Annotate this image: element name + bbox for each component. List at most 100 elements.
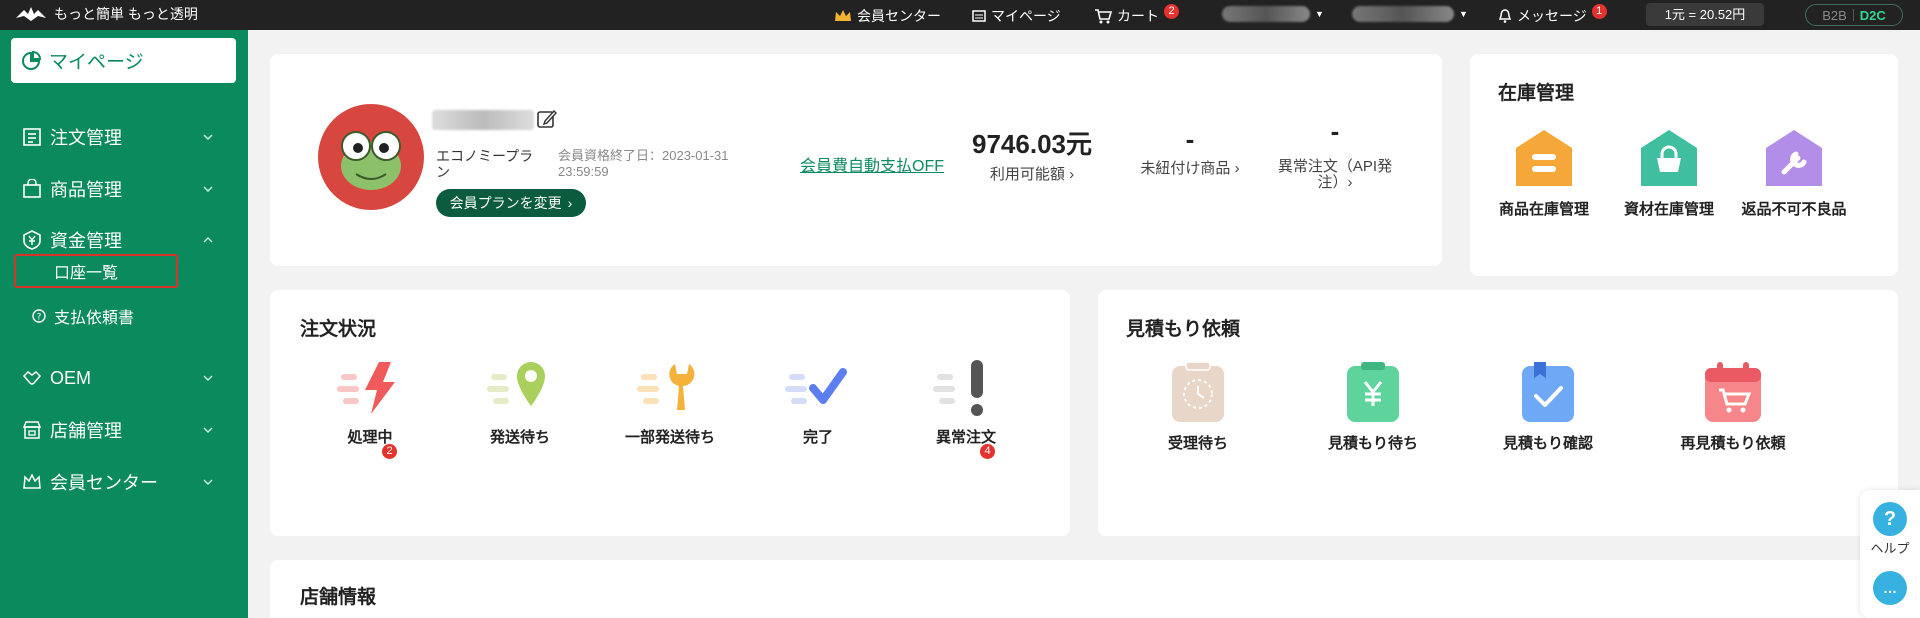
- avatar[interactable]: [318, 104, 424, 210]
- inventory-item-label: 返品不可不良品: [1741, 201, 1847, 218]
- chevron-down-icon: [203, 134, 213, 140]
- help-label[interactable]: ヘルプ: [1860, 538, 1920, 557]
- crown-outline-icon: [23, 473, 41, 489]
- quote-status-label: 見積もり待ち: [1327, 435, 1418, 452]
- account-switcher[interactable]: ▼: [1222, 6, 1324, 22]
- sidebar-item-label: 資金管理: [50, 231, 122, 251]
- calendar-cart-icon: [1705, 362, 1761, 422]
- quote-status-confirm[interactable]: 見積もり確認: [1478, 360, 1618, 452]
- sidebar-item-label: 店舗管理: [50, 421, 122, 441]
- profile-card: エコノミープラン 会員資格終了日：2023-01-31 23:59:59 会員プ…: [270, 54, 1442, 266]
- chevron-down-icon: [203, 427, 213, 433]
- quote-status-awaiting-acceptance[interactable]: 受理待ち: [1138, 360, 1258, 452]
- sidebar-item-stores[interactable]: 店舗管理: [0, 410, 248, 450]
- stat-value: 9746.03元: [972, 129, 1092, 159]
- inventory-card: 在庫管理 商品在庫管理 資材在庫管理 返品不可不良品: [1470, 54, 1898, 276]
- lightning-icon: [337, 362, 395, 414]
- order-status-card: 注文状況 処理中 2 発送待ち 一部発送待ち 完了 異常注文 4: [270, 290, 1070, 536]
- material-inventory-button[interactable]: 資材在庫管理: [1615, 126, 1723, 218]
- svg-text:?: ?: [37, 313, 42, 323]
- sidebar-item-label: 商品管理: [50, 180, 122, 200]
- member-center-link[interactable]: 会員センター: [834, 6, 941, 26]
- order-status-awaiting-shipment[interactable]: 発送待ち: [460, 358, 580, 446]
- shopping-bag-icon: [23, 179, 41, 198]
- order-status-partial-shipment[interactable]: 一部発送待ち: [600, 358, 740, 446]
- mode-divider: [1852, 9, 1854, 21]
- order-status-processing[interactable]: 処理中 2: [310, 358, 430, 459]
- order-status-completed[interactable]: 完了: [758, 358, 878, 446]
- stat-label: 利用可能額 ›: [989, 166, 1075, 183]
- messages-label: メッセージ: [1517, 8, 1587, 24]
- store-switcher[interactable]: ▼: [1352, 6, 1468, 22]
- sidebar-item-mypage[interactable]: マイページ: [11, 38, 236, 83]
- unlinked-products-stat[interactable]: - 未紐付け商品 ›: [1122, 124, 1258, 177]
- order-status-title: 注文状況: [300, 319, 377, 340]
- store-name-blurred: [1352, 6, 1454, 22]
- quote-status-label: 再見積もり依頼: [1680, 435, 1786, 452]
- processing-count-badge: 2: [382, 444, 397, 459]
- quote-status-requote[interactable]: 再見積もり依頼: [1658, 360, 1808, 452]
- change-plan-button[interactable]: 会員プランを変更 ›: [436, 189, 586, 217]
- inventory-item-label: 資材在庫管理: [1623, 201, 1714, 218]
- top-bar: もっと簡単 もっと透明 会員センター マイページ カート 2 ▼ ▼ メッセージ…: [0, 0, 1920, 30]
- order-status-label: 完了: [802, 429, 833, 446]
- quote-status-label: 受理待ち: [1167, 435, 1228, 452]
- mypage-label: マイページ: [991, 8, 1061, 24]
- stat-value: -: [1185, 124, 1195, 154]
- sidebar-item-orders[interactable]: 注文管理: [0, 117, 248, 157]
- yen-clipboard-icon: [1347, 362, 1399, 422]
- order-status-label: 一部発送待ち: [624, 429, 715, 446]
- member-center-label: 会員センター: [857, 8, 941, 24]
- abnormal-orders-stat[interactable]: - 異常注文（API発注）›: [1270, 116, 1400, 191]
- help-icon[interactable]: ?: [1873, 502, 1907, 536]
- store-info-card: 店舗情報: [270, 560, 1898, 618]
- store-info-title: 店舗情報: [300, 587, 377, 608]
- edit-icon[interactable]: [536, 108, 558, 130]
- quote-request-card: 見積もり依頼 受理待ち 見積もり待ち 見積もり確認 再見積もり依頼: [1098, 290, 1898, 536]
- quote-status-awaiting-quote[interactable]: 見積もり待ち: [1303, 360, 1443, 452]
- mode-toggle[interactable]: B2B D2C: [1805, 4, 1903, 26]
- chevron-down-icon: [203, 479, 213, 485]
- chevron-down-icon: [203, 186, 213, 192]
- check-clipboard-icon: [1522, 362, 1574, 422]
- autopay-link[interactable]: 会員費自動支払OFF: [800, 152, 944, 176]
- location-pin-icon: [487, 362, 545, 406]
- d2c-option[interactable]: D2C: [1860, 8, 1886, 23]
- logo-text: もっと簡単 もっと透明: [54, 6, 198, 22]
- order-status-abnormal[interactable]: 異常注文 4: [906, 358, 1026, 459]
- account-name-blurred: [1222, 6, 1310, 22]
- inventory-item-label: 商品在庫管理: [1498, 201, 1589, 218]
- floating-help-panel: ? ヘルプ …: [1860, 490, 1920, 618]
- sidebar: マイページ 注文管理 商品管理 資金管理 口座一覧 ? 支払依頼書 OEM 店舗…: [0, 30, 248, 618]
- sidebar-item-oem[interactable]: OEM: [0, 358, 248, 398]
- cart-count-badge: 2: [1164, 3, 1179, 19]
- sidebar-item-label: 注文管理: [50, 128, 122, 148]
- checkmark-icon: [785, 368, 847, 404]
- sidebar-item-member-center[interactable]: 会員センター: [0, 462, 248, 502]
- stat-label: 未紐付け商品 ›: [1140, 160, 1240, 177]
- cart-link[interactable]: カート 2: [1094, 3, 1179, 26]
- chat-icon[interactable]: …: [1873, 571, 1907, 605]
- sidebar-subitem-account-list[interactable]: 口座一覧: [14, 254, 178, 288]
- sidebar-subitem-payment-request[interactable]: ? 支払依頼書: [0, 299, 248, 333]
- order-status-label: 処理中: [347, 429, 393, 446]
- product-inventory-button[interactable]: 商品在庫管理: [1490, 126, 1598, 218]
- chevron-up-icon: [203, 237, 213, 243]
- store-icon: [22, 421, 42, 439]
- non-returnable-defects-button[interactable]: 返品不可不良品: [1740, 126, 1848, 218]
- basket-house-icon: [1641, 130, 1697, 186]
- cart-icon: [1095, 9, 1112, 24]
- sidebar-item-label: マイページ: [49, 52, 144, 73]
- logo[interactable]: もっと簡単 もっと透明: [14, 4, 198, 24]
- quote-request-title: 見積もり依頼: [1126, 319, 1241, 340]
- question-circle-icon: ?: [32, 309, 46, 323]
- stat-value: -: [1330, 116, 1340, 146]
- sidebar-item-products[interactable]: 商品管理: [0, 169, 248, 209]
- caret-down-icon: ▼: [1315, 9, 1324, 19]
- b2b-option[interactable]: B2B: [1822, 8, 1847, 23]
- available-balance-stat[interactable]: 9746.03元 利用可能額 ›: [952, 124, 1112, 183]
- messages-link[interactable]: メッセージ 1: [1498, 3, 1607, 26]
- box-house-icon: [1516, 130, 1572, 186]
- quote-status-label: 見積もり確認: [1502, 435, 1593, 452]
- mypage-link[interactable]: マイページ: [972, 6, 1061, 26]
